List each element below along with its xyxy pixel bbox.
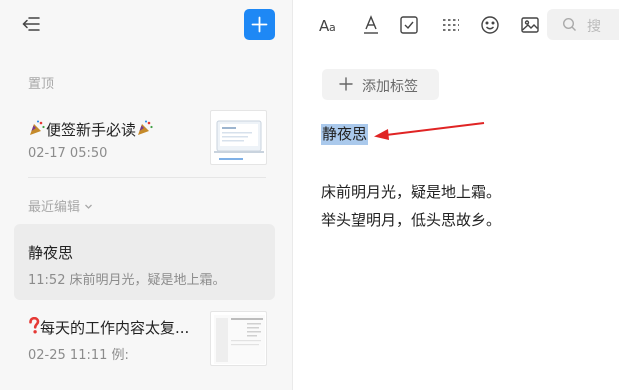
note-title: 每天的工作内容太复...	[40, 319, 190, 337]
note-time: 11:11	[69, 348, 108, 363]
note-title: 静夜思	[28, 244, 74, 262]
note-title-selected[interactable]: 静夜思	[321, 124, 369, 145]
plus-icon	[251, 16, 268, 33]
note-title: 便签新手必读	[46, 121, 137, 139]
emoji-icon[interactable]	[479, 14, 501, 36]
note-preview: 床前明月光，疑是地上霜。	[69, 273, 226, 288]
svg-text:a: a	[329, 21, 336, 34]
note-time: 05:50	[69, 146, 108, 161]
recent-section-label[interactable]: 最近编辑	[28, 196, 93, 215]
pinned-section-label: 置顶	[28, 77, 55, 92]
chevron-down-icon	[84, 200, 93, 215]
image-icon[interactable]	[519, 14, 541, 36]
party-popper-icon	[138, 120, 153, 135]
text-color-icon[interactable]	[360, 14, 382, 36]
search-placeholder: 搜	[587, 19, 601, 35]
note-thumbnail	[210, 311, 267, 366]
note-editor: A a 搜 添加标签 静夜思 床前明月光，疑是地上霜。 举头望明月，低头思故乡。	[294, 0, 619, 390]
add-tag-label: 添加标签	[362, 79, 418, 95]
note-title-row: 每天的工作内容太复...	[28, 317, 189, 338]
note-preview: 例:	[111, 348, 129, 363]
party-popper-icon	[30, 120, 45, 135]
note-time: 11:52	[28, 273, 66, 288]
editor-toolbar: A a 搜	[294, 0, 619, 52]
new-note-button[interactable]	[244, 9, 275, 40]
note-meta: 02-17 05:50	[28, 146, 107, 161]
font-size-icon[interactable]: A a	[318, 14, 340, 36]
checkbox-icon[interactable]	[398, 14, 420, 36]
note-date: 02-25	[28, 348, 66, 363]
note-thumbnail	[210, 110, 267, 165]
divider	[28, 177, 266, 178]
body-line[interactable]: 举头望明月，低头思故乡。	[321, 209, 501, 230]
annotation-arrow-icon	[374, 122, 485, 140]
add-tag-button[interactable]: 添加标签	[322, 69, 439, 100]
plus-icon	[339, 77, 353, 91]
note-sidebar: 置顶 便签新手必读 02-17 05:50 最近编辑 静夜思 11:52 床前明…	[0, 0, 293, 390]
note-date: 02-17	[28, 146, 66, 161]
body-line[interactable]: 床前明月光，疑是地上霜。	[321, 181, 501, 202]
search-input[interactable]: 搜	[547, 9, 619, 40]
note-meta: 11:52 床前明月光，疑是地上霜。	[28, 269, 225, 288]
note-item-selected[interactable]: 静夜思 11:52 床前明月光，疑是地上霜。	[14, 224, 275, 300]
collapse-sidebar-icon[interactable]	[20, 13, 42, 35]
search-icon	[562, 17, 576, 31]
note-item[interactable]: 每天的工作内容太复... 02-25 11:11 例:	[14, 306, 275, 370]
note-item-pinned[interactable]: 便签新手必读 02-17 05:50	[14, 106, 275, 170]
divider-icon[interactable]	[440, 14, 462, 36]
note-meta: 02-25 11:11 例:	[28, 344, 129, 363]
note-title-row: 便签新手必读	[28, 119, 154, 140]
question-mark-icon	[29, 317, 40, 334]
